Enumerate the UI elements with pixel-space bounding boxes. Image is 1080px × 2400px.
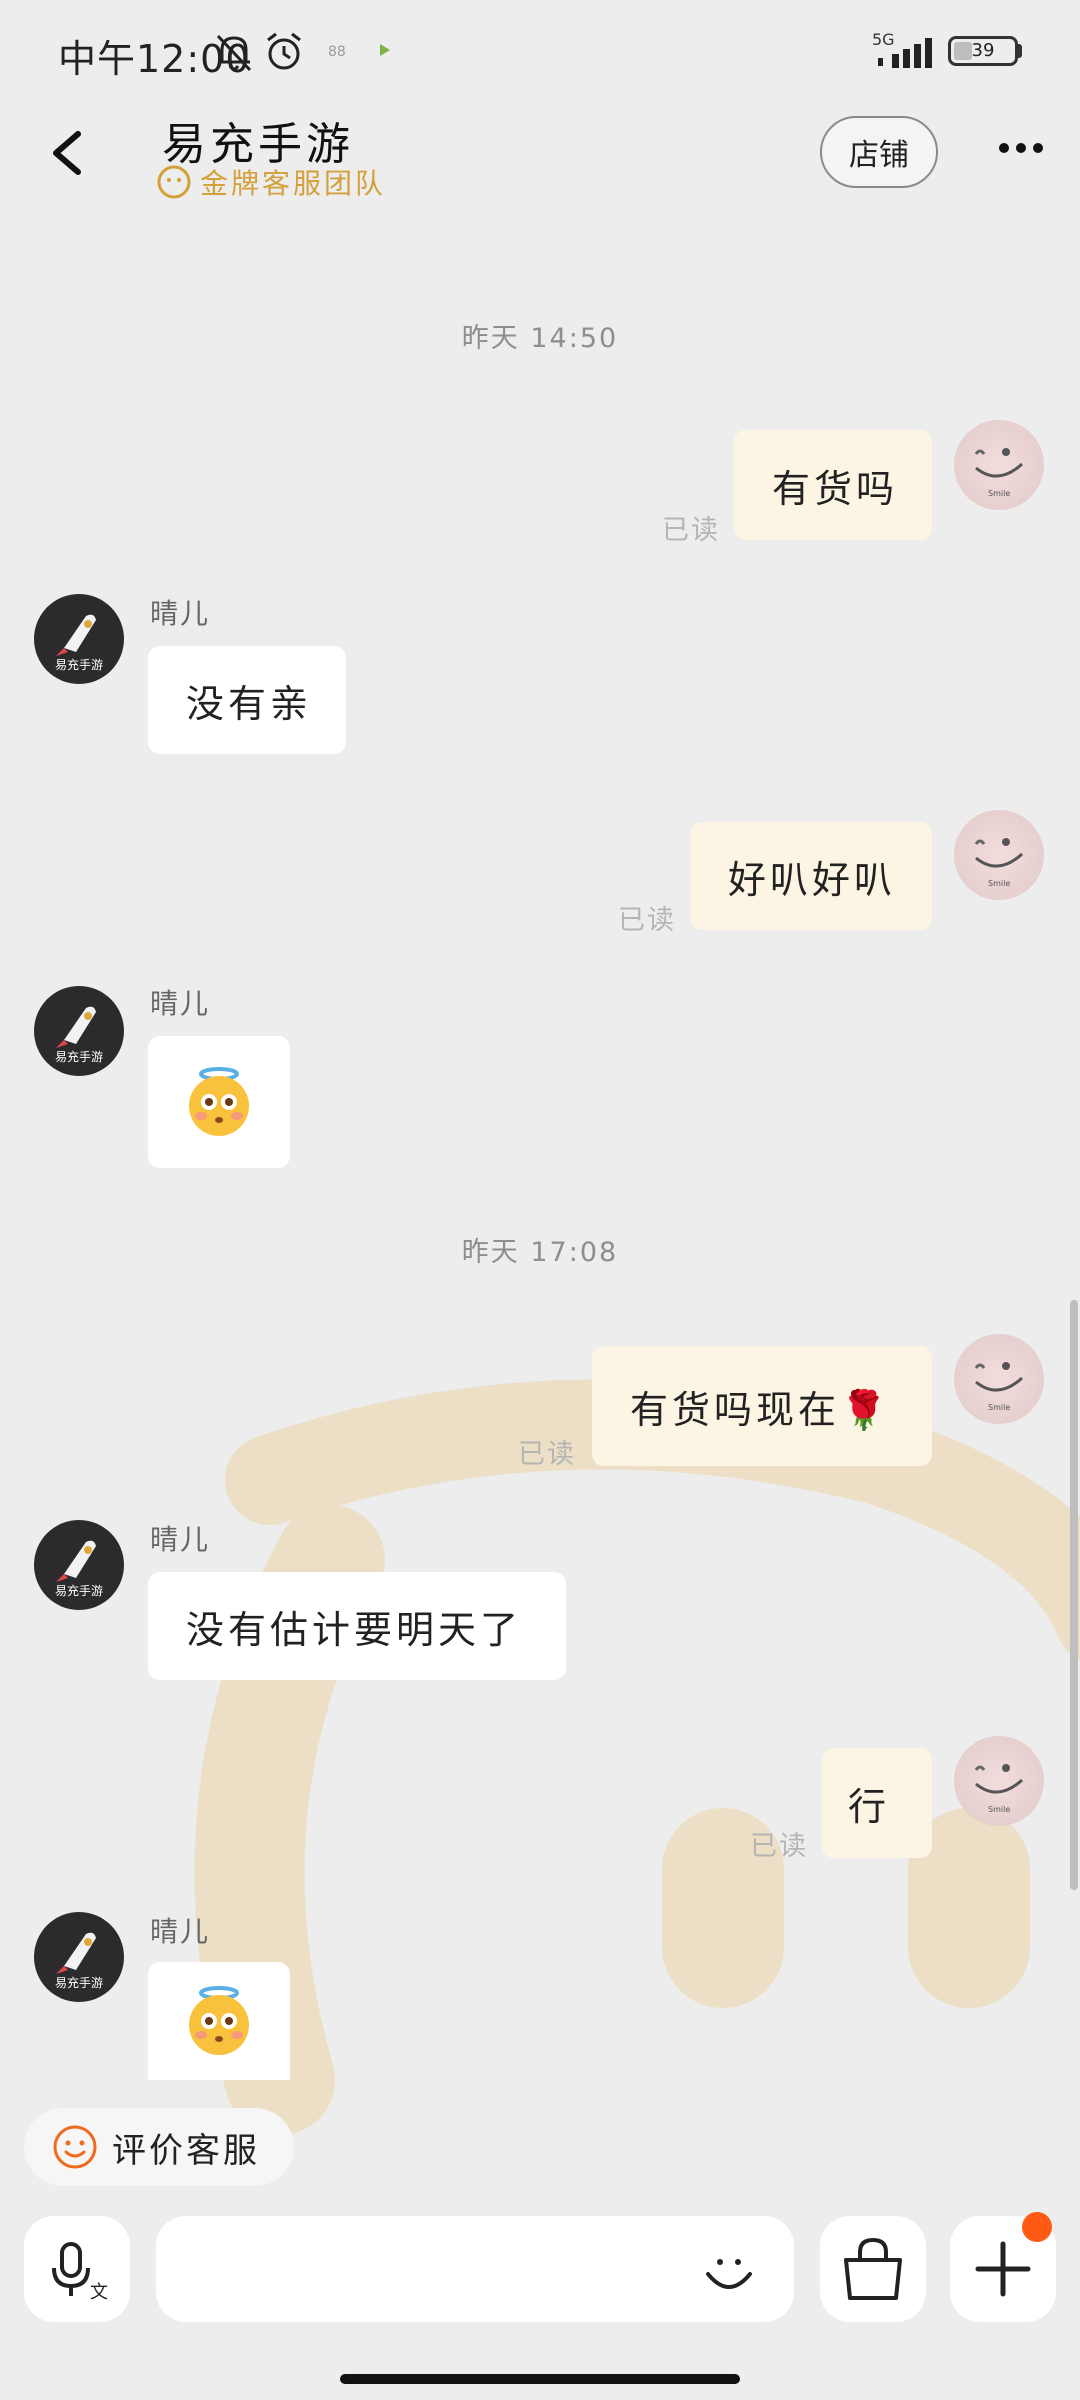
rate-service-button[interactable]: 评价客服: [24, 2108, 294, 2186]
shopping-bag-icon: [844, 2237, 902, 2300]
emoji-icon[interactable]: [700, 2242, 758, 2300]
back-arrow-icon[interactable]: [40, 120, 92, 186]
svg-text:易充手游: 易充手游: [55, 1975, 103, 1990]
shop-avatar[interactable]: 易充手游: [34, 986, 124, 1076]
read-status: 已读: [750, 1831, 808, 1862]
sender-name: 晴儿: [150, 987, 211, 1020]
rocket-logo-icon: 易充手游: [55, 1540, 103, 1598]
voice-to-text-button[interactable]: 文: [24, 2216, 130, 2322]
message-bubble-self[interactable]: 行: [822, 1748, 932, 1858]
smile-face-icon: Smile: [974, 1362, 1024, 1412]
svg-text:易充手游: 易充手游: [55, 1583, 103, 1598]
read-status: 已读: [618, 905, 676, 936]
self-avatar[interactable]: Smile: [954, 420, 1044, 510]
shop-avatar[interactable]: 易充手游: [34, 594, 124, 684]
smile-face-icon: Smile: [974, 1764, 1024, 1814]
shop-avatar[interactable]: 易充手游: [34, 1520, 124, 1610]
status-bar: 中午12:00 88 5G 39: [0, 0, 1080, 100]
alarm-clock-icon: [267, 32, 301, 70]
read-status: 已读: [518, 1439, 576, 1470]
message-bubble-shop[interactable]: 没有估计要明天了: [148, 1572, 566, 1680]
store-button[interactable]: 店铺: [820, 116, 938, 188]
home-indicator[interactable]: [340, 2374, 740, 2384]
svg-text:文: 文: [90, 2282, 108, 2303]
message-bubble-self[interactable]: 有货吗: [734, 430, 932, 540]
timestamp: 昨天 14:50: [461, 323, 619, 354]
svg-text:Smile: Smile: [988, 879, 1010, 888]
input-bar: 文: [0, 2200, 1080, 2400]
status-small-text: 88: [328, 44, 346, 60]
team-label: 金牌客服团队: [200, 167, 387, 200]
chat-header: 易充手游 金牌客服团队 店铺: [0, 100, 1080, 210]
signal-icon: [878, 38, 932, 68]
goods-button[interactable]: [820, 2216, 926, 2322]
timestamp: 昨天 17:08: [461, 1237, 619, 1268]
svg-text:易充手游: 易充手游: [55, 1049, 103, 1064]
service-face-icon: [157, 165, 191, 199]
battery-cap: [1016, 44, 1022, 58]
svg-text:Smile: Smile: [988, 1805, 1010, 1814]
microphone-icon: 文: [52, 2242, 108, 2303]
sender-name: 晴儿: [150, 1915, 211, 1948]
svg-text:易充手游: 易充手游: [55, 657, 103, 672]
sticker-message[interactable]: [148, 1036, 290, 1168]
rocket-logo-icon: 易充手游: [55, 1006, 103, 1064]
message-bubble-self[interactable]: 有货吗现在🌹: [592, 1346, 932, 1466]
rate-service-label: 评价客服: [112, 2130, 260, 2171]
smile-rating-icon: [53, 2125, 97, 2169]
shop-avatar[interactable]: 易充手游: [34, 1912, 124, 2002]
angel-face-sticker-icon: [189, 1986, 249, 2055]
smile-face-icon: Smile: [974, 448, 1024, 498]
team-badge: 金牌客服团队: [156, 162, 386, 202]
message-input[interactable]: [156, 2216, 794, 2322]
notification-dot: [1022, 2212, 1052, 2242]
rocket-logo-icon: 易充手游: [55, 1932, 103, 1990]
self-avatar[interactable]: Smile: [954, 1334, 1044, 1424]
sender-name: 晴儿: [150, 1523, 211, 1556]
svg-text:Smile: Smile: [988, 489, 1010, 498]
read-status: 已读: [662, 515, 720, 546]
battery-icon: 39: [948, 36, 1018, 66]
sender-name: 晴儿: [150, 597, 211, 630]
rocket-logo-icon: 易充手游: [55, 614, 103, 672]
play-store-icon: [380, 44, 390, 56]
bell-muted-icon: [216, 34, 252, 72]
self-avatar[interactable]: Smile: [954, 1736, 1044, 1826]
chat-scrollbar[interactable]: [1070, 1300, 1078, 1890]
sticker-message[interactable]: [148, 1962, 290, 2080]
more-options-icon[interactable]: [998, 136, 1044, 160]
battery-level: 39: [971, 40, 995, 61]
svg-text:Smile: Smile: [988, 1403, 1010, 1412]
message-bubble-shop[interactable]: 没有亲: [148, 646, 346, 754]
smile-face-icon: Smile: [974, 838, 1024, 888]
message-bubble-self[interactable]: 好叭好叭: [690, 822, 932, 930]
angel-face-sticker-icon: [189, 1067, 249, 1136]
self-avatar[interactable]: Smile: [954, 810, 1044, 900]
